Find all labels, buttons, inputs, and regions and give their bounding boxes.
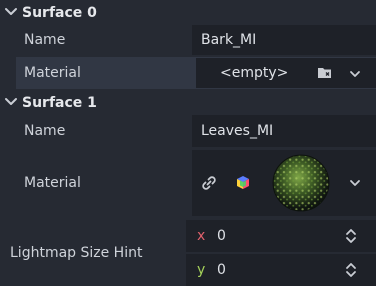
y-axis-label: y — [197, 262, 206, 278]
chevron-down-icon[interactable] — [349, 177, 361, 189]
material-preview-thumbnail[interactable] — [270, 152, 332, 214]
surface-1-material-picker[interactable] — [192, 150, 376, 216]
load-folder-icon[interactable] — [317, 65, 333, 81]
surface-0-material-value: <empty> — [220, 65, 289, 81]
surface-0-name-value: Bark_MI — [201, 32, 257, 48]
spin-updown-icon[interactable] — [345, 262, 357, 278]
link-icon[interactable] — [201, 175, 217, 191]
lightmap-x-spinbox[interactable]: x 0 — [186, 220, 376, 252]
surface-1-name-label: Name — [24, 123, 66, 139]
surface-0-name-field[interactable]: Bark_MI — [192, 25, 376, 55]
surface-0-material-label: Material — [24, 65, 81, 81]
surface-1-name-field[interactable]: Leaves_MI — [192, 115, 376, 147]
surface-0-name-label: Name — [24, 32, 66, 48]
lightmap-y-value: 0 — [217, 262, 226, 278]
surface-0-material-picker[interactable]: <empty> — [196, 58, 376, 88]
spin-updown-icon[interactable] — [345, 228, 357, 244]
surface-1-title: Surface 1 — [22, 95, 97, 111]
surface-1-header[interactable]: Surface 1 — [0, 90, 376, 116]
surface-1-material-label: Material — [24, 175, 81, 191]
surface-0-header[interactable]: Surface 0 — [0, 0, 376, 26]
lightmap-x-value: 0 — [217, 228, 226, 244]
cube-icon[interactable] — [235, 174, 251, 191]
surface-0-title: Surface 0 — [22, 5, 97, 21]
collapse-arrow-icon — [5, 98, 17, 105]
collapse-arrow-icon — [5, 8, 17, 15]
surface-1-name-value: Leaves_MI — [201, 123, 274, 139]
x-axis-label: x — [197, 228, 206, 244]
lightmap-size-hint-label: Lightmap Size Hint — [10, 245, 143, 261]
lightmap-y-spinbox[interactable]: y 0 — [186, 254, 376, 286]
chevron-down-icon[interactable] — [349, 68, 361, 80]
